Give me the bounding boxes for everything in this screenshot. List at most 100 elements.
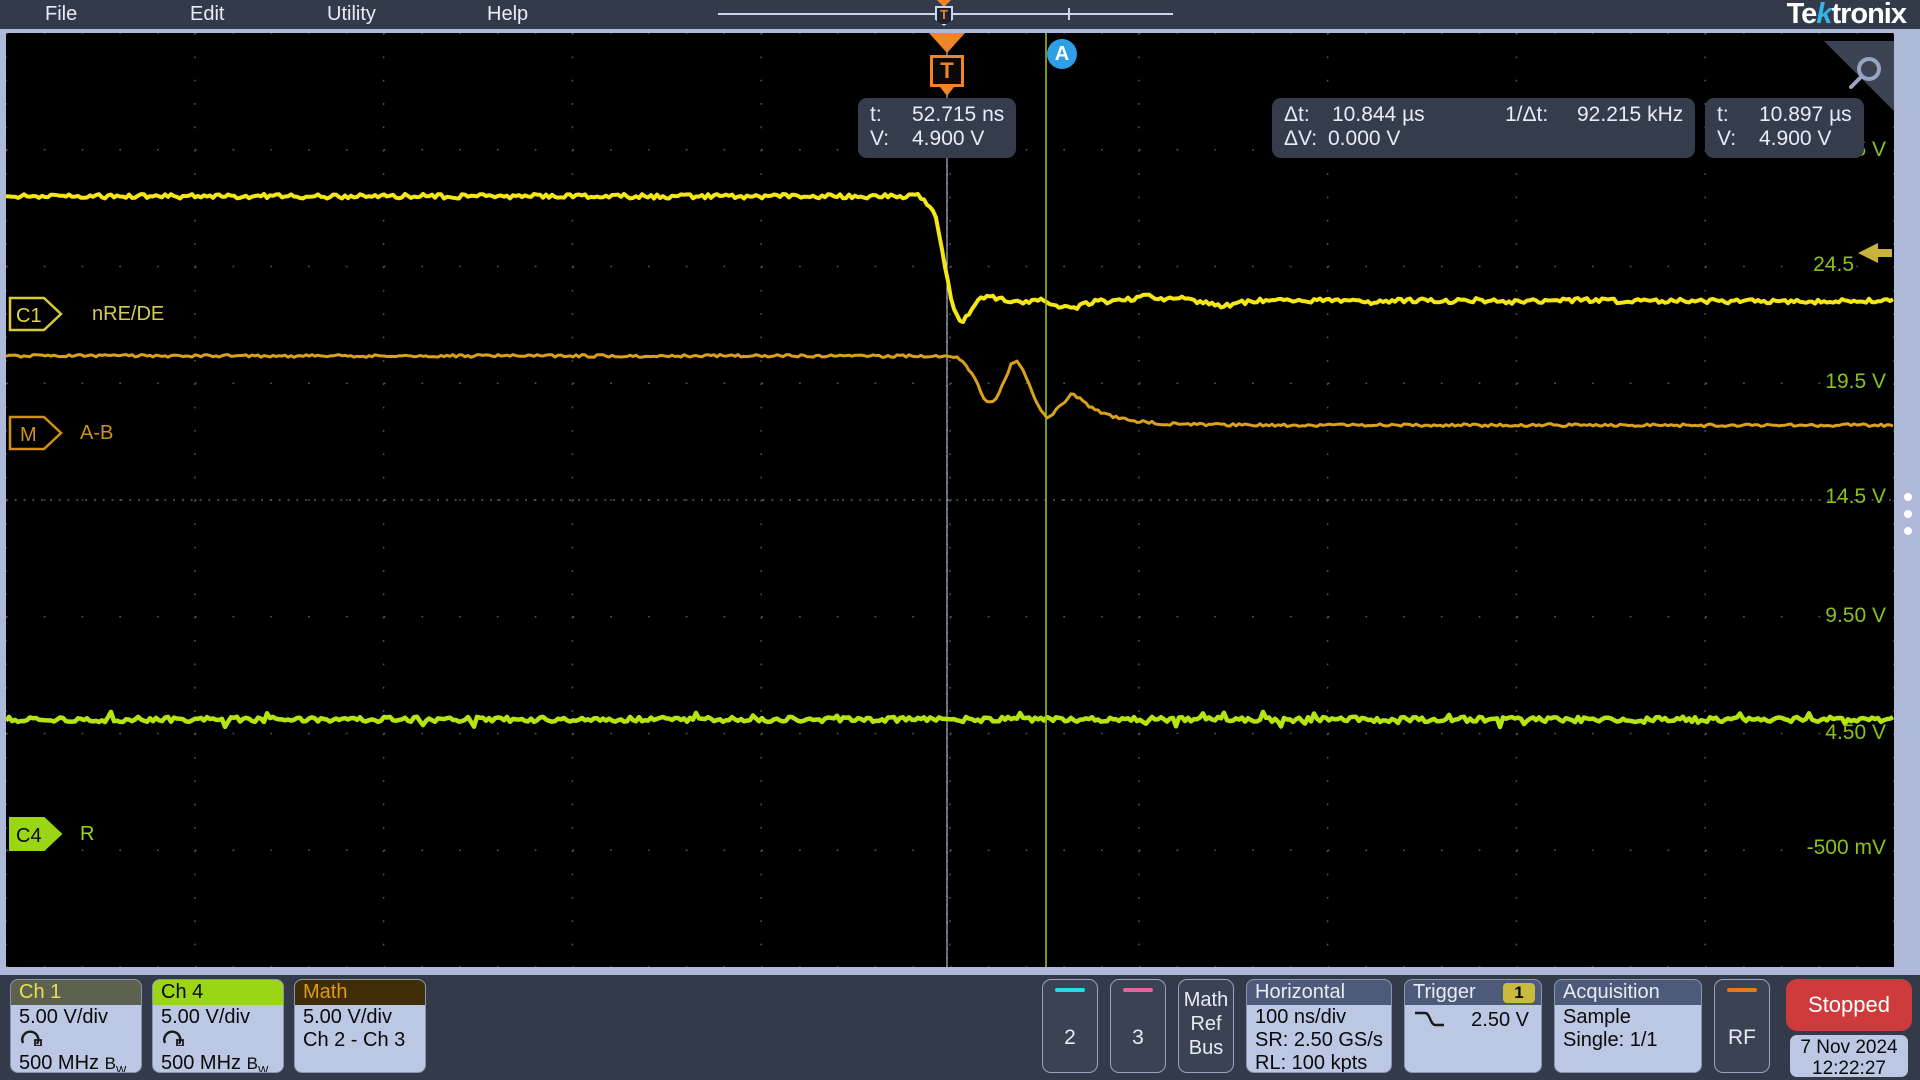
horizontal-badge-title: Horizontal (1247, 980, 1391, 1005)
delta-t-label: Δt: (1284, 103, 1310, 126)
ch4-badge-title: Ch 4 (153, 980, 283, 1005)
math-flag-label: M (20, 424, 37, 446)
oscilloscope-app: { "menu": {"items": ["File", "Edit", "Ut… (0, 0, 1920, 1080)
scale-label-4v: 4.50 V (1825, 721, 1886, 744)
record-minimap-window-tick (1068, 8, 1070, 20)
ch4-flag[interactable]: C4 (8, 816, 64, 852)
cursor-a-badge[interactable]: A (1047, 39, 1077, 69)
inv-delta-t-label: 1/Δt: (1505, 103, 1549, 126)
trace-math-a-b (6, 353, 1894, 429)
rf-button-label: RF (1728, 1026, 1756, 1049)
datetime-display: 7 Nov 2024 12:22:27 (1790, 1035, 1908, 1079)
probe-ground-icon (21, 1030, 42, 1047)
drawer-handle-icon[interactable] (1904, 510, 1912, 518)
cursor-b-v-label: V: (1717, 127, 1737, 150)
ch1-flag-label: C1 (16, 305, 42, 327)
cursor-b-readout[interactable]: t: 10.897 µs V: 4.900 V (1705, 98, 1864, 158)
cursor-b-v-value: 4.900 V (1759, 127, 1832, 150)
waveform-plot (6, 33, 1894, 967)
menu-edit[interactable]: Edit (190, 3, 224, 26)
acquisition-single: Single: 1/1 (1563, 1029, 1658, 1051)
run-stop-status-button[interactable]: Stopped (1786, 979, 1912, 1031)
delta-t-value: 10.844 µs (1332, 103, 1425, 126)
ch2-color-icon (1055, 988, 1085, 992)
cursor-delta-readout[interactable]: Δt: 10.844 µs 1/Δt: 92.215 kHz ΔV: 0.000 V (1272, 98, 1696, 158)
falling-edge-icon (1415, 1011, 1444, 1027)
settings-bar: Ch 1 5.00 V/div 500 MHz BW Ch 4 5.00 V/d… (0, 975, 1920, 1080)
ch3-button-label: 3 (1132, 1026, 1144, 1049)
cursor-a-readout[interactable]: t: 52.715 ns V: 4.900 V (858, 98, 1017, 158)
horizontal-scale: 100 ns/div (1255, 1006, 1347, 1028)
trigger-pointer-icon (940, 87, 954, 96)
ch4-badge[interactable]: Ch 4 5.00 V/div 500 MHz BW (152, 979, 284, 1073)
drawer-handle-icon[interactable] (1904, 527, 1912, 535)
scale-label-19v: 19.5 V (1825, 370, 1886, 393)
minimap-trigger-marker[interactable]: T (934, 0, 954, 28)
delta-v-value: 0.000 V (1328, 127, 1401, 150)
ch1-waveform-label: nRE/DE (92, 303, 165, 325)
ch2-button[interactable]: 2 (1042, 979, 1098, 1073)
cursor-b-t-label: t: (1717, 103, 1729, 126)
math-source: Ch 2 - Ch 3 (303, 1029, 406, 1051)
acquisition-mode: Sample (1563, 1006, 1631, 1028)
delta-v-label: ΔV: (1284, 127, 1318, 150)
math-ref-bus-line1: Math (1183, 989, 1229, 1011)
ch1-badge[interactable]: Ch 1 5.00 V/div 500 MHz BW (10, 979, 142, 1073)
horizontal-sample-rate: SR: 2.50 GS/s (1255, 1029, 1383, 1051)
minimap-trigger-t-icon: T (935, 6, 953, 26)
acquisition-badge-title: Acquisition (1555, 980, 1701, 1005)
math-ref-bus-line2: Ref (1190, 1013, 1222, 1035)
ch4-waveform-label: R (80, 823, 95, 845)
horizontal-record-length: RL: 100 kpts (1255, 1052, 1368, 1073)
math-scale: 5.00 V/div (303, 1006, 392, 1028)
ch3-color-icon (1123, 988, 1153, 992)
rf-color-icon (1727, 988, 1757, 992)
tektronix-logo: Tektronix (1786, 0, 1907, 30)
ch3-button[interactable]: 3 (1110, 979, 1166, 1073)
math-badge-title: Math (295, 980, 425, 1005)
ch1-flag[interactable]: C1 (8, 296, 64, 332)
math-waveform-label: A-B (80, 422, 114, 444)
trigger-badge-header: Trigger 1 (1405, 980, 1541, 1005)
minimap-trigger-triangle-icon (937, 0, 951, 7)
cursor-a-t-value: 52.715 ns (912, 103, 1005, 126)
math-flag[interactable]: M (8, 415, 64, 451)
menu-bar: File Edit Utility Help T Tektronix (0, 0, 1920, 30)
horizontal-badge[interactable]: Horizontal 100 ns/div SR: 2.50 GS/s RL: … (1246, 979, 1392, 1073)
trigger-level-value: 2.50 V (1471, 1009, 1529, 1031)
trigger-level-arrow-icon[interactable] (1856, 241, 1894, 265)
menu-file[interactable]: File (45, 3, 77, 26)
ch2-button-label: 2 (1064, 1026, 1076, 1049)
cursor-a-v-label: V: (870, 127, 890, 150)
date-value: 7 Nov 2024 (1800, 1037, 1898, 1058)
trigger-source-badge: 1 (1503, 983, 1535, 1003)
ch1-badge-title: Ch 1 (11, 980, 141, 1005)
trigger-badge-title: Trigger (1413, 981, 1476, 1003)
ch4-scale: 5.00 V/div (161, 1006, 250, 1028)
drawer-handle-icon[interactable] (1904, 493, 1912, 501)
math-badge[interactable]: Math 5.00 V/div Ch 2 - Ch 3 (294, 979, 426, 1073)
trace-ch1-nre/de (6, 192, 1894, 324)
ch1-scale: 5.00 V/div (19, 1006, 108, 1028)
ch4-flag-label: C4 (16, 825, 42, 847)
trace-ch4-r (6, 709, 1894, 730)
acquisition-badge[interactable]: Acquisition Sample Single: 1/1 (1554, 979, 1702, 1073)
ch4-bandwidth: 500 MHz (161, 1052, 242, 1073)
trigger-triangle-icon (929, 33, 965, 53)
scale-label-neg500mv: -500 mV (1806, 836, 1886, 859)
probe-ground-icon (163, 1030, 184, 1047)
math-ref-bus-line3: Bus (1188, 1037, 1224, 1059)
scale-label-24v: 24.5 (1813, 253, 1854, 276)
inv-delta-t-value: 92.215 kHz (1577, 103, 1684, 126)
cursor-b-t-value: 10.897 µs (1759, 103, 1852, 126)
cursor-a-v-value: 4.900 V (912, 127, 985, 150)
cursor-a-t-label: t: (870, 103, 882, 126)
ch1-bandwidth: 500 MHz (19, 1052, 100, 1073)
rf-button[interactable]: RF (1714, 979, 1770, 1073)
menu-help[interactable]: Help (487, 3, 528, 26)
waveform-view[interactable]: T A B t:52.715 ns V:4.900 V Δt:10.844 µs… (6, 33, 1894, 967)
scale-label-9v: 9.50 V (1825, 604, 1886, 627)
math-ref-bus-button[interactable]: Math Ref Bus (1178, 979, 1234, 1073)
trigger-badge[interactable]: Trigger 1 2.50 V (1404, 979, 1542, 1073)
menu-utility[interactable]: Utility (327, 3, 376, 26)
